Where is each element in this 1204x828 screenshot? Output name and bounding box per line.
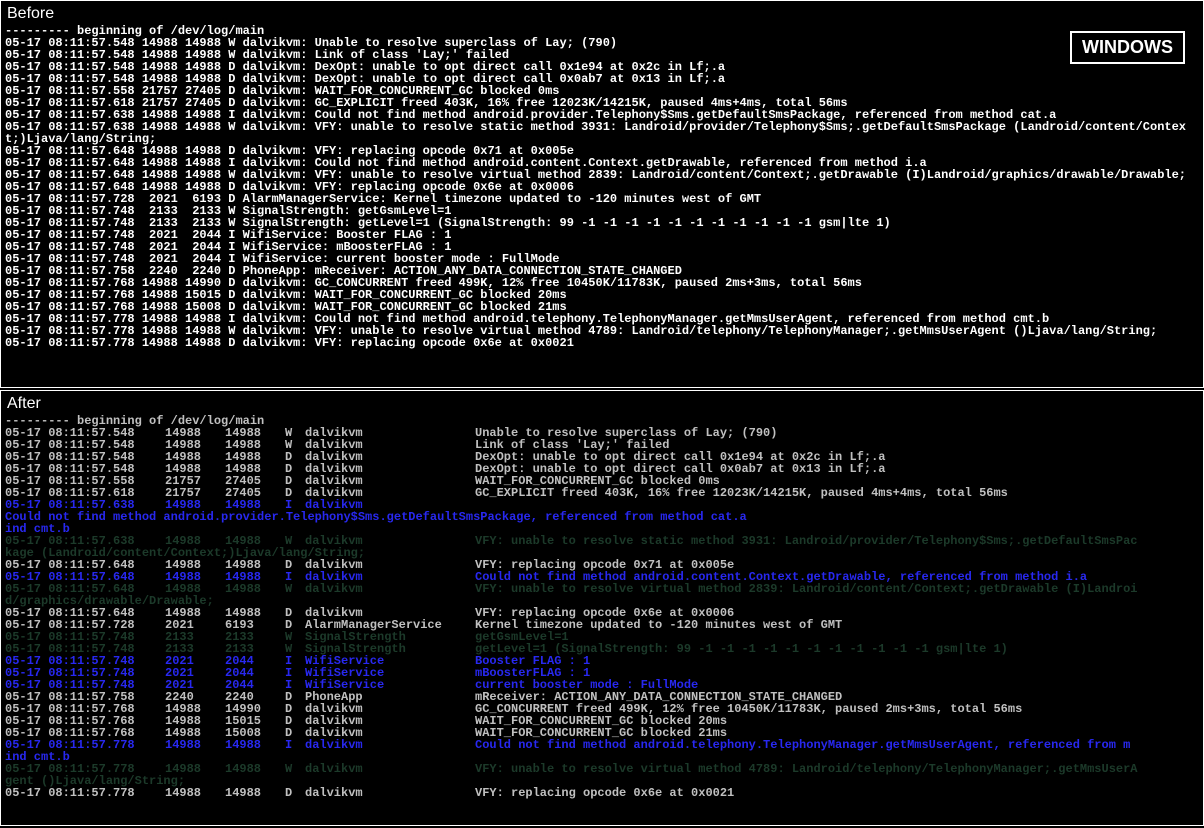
log-tag: dalvikvm	[305, 739, 475, 751]
log-msg: Could not find method android.provider.T…	[5, 511, 1199, 523]
log-tag: dalvikvm	[305, 583, 475, 595]
log-msg: VFY: unable to resolve virtual method 28…	[475, 583, 1199, 595]
log-level: W	[285, 583, 305, 595]
after-log-area[interactable]: --------- beginning of /dev/log/main05-1…	[1, 415, 1203, 803]
before-title: Before	[1, 1, 1203, 25]
log-tag: dalvikvm	[305, 787, 475, 799]
log-msg: VFY: unable to resolve static method 393…	[475, 535, 1199, 547]
log-line: 05-17 08:11:57.7781498814988DdalvikvmVFY…	[5, 787, 1199, 799]
log-tid: 14988	[225, 583, 285, 595]
log-msg: GC_EXPLICIT freed 403K, 16% free 12023K/…	[475, 487, 1199, 499]
log-level: W	[285, 763, 305, 775]
before-log-area[interactable]: --------- beginning of /dev/log/main05-1…	[1, 25, 1203, 353]
log-pid: 14988	[165, 787, 225, 799]
log-msg: Kernel timezone updated to -120 minutes …	[475, 619, 1199, 631]
after-title: After	[1, 391, 1203, 415]
log-level: I	[285, 739, 305, 751]
log-tid: 14988	[225, 739, 285, 751]
before-panel: Before WINDOWS --------- beginning of /d…	[0, 0, 1204, 388]
log-tag: dalvikvm	[305, 763, 475, 775]
log-msg: Could not find method android.telephony.…	[475, 739, 1199, 751]
log-line: 05-17 08:11:57.7781498814988IdalvikvmCou…	[5, 739, 1199, 751]
log-line: 05-17 08:11:57.778 14988 14988 D dalvikv…	[5, 337, 1199, 349]
log-date: 05-17 08:11:57.778	[5, 787, 165, 799]
after-panel: After --------- beginning of /dev/log/ma…	[0, 390, 1204, 826]
log-tid: 14988	[225, 763, 285, 775]
log-pid: 14988	[165, 739, 225, 751]
log-level: D	[285, 787, 305, 799]
log-msg: VFY: replacing opcode 0x6e at 0x0021	[475, 787, 1199, 799]
windows-badge: WINDOWS	[1070, 31, 1185, 64]
log-line: 05-17 08:11:57.638 14988 14988 W dalvikv…	[5, 121, 1199, 145]
log-msg: VFY: unable to resolve virtual method 47…	[475, 763, 1199, 775]
log-line: 05-17 08:11:57.6381498814988IdalvikvmCou…	[5, 499, 1199, 523]
log-tid: 14988	[225, 787, 285, 799]
